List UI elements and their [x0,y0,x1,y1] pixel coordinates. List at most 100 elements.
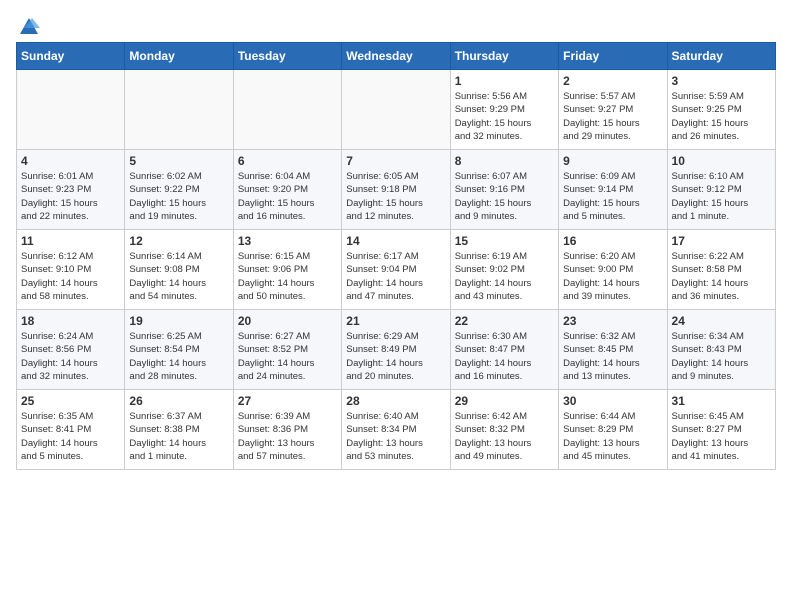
day-number: 11 [21,234,120,248]
calendar-cell: 23 Sunrise: 6:32 AM Sunset: 8:45 PM Dayli… [559,310,667,390]
col-header-saturday: Saturday [667,43,775,70]
calendar-cell: 6 Sunrise: 6:04 AM Sunset: 9:20 PM Daylig… [233,150,341,230]
day-number: 12 [129,234,228,248]
day-number: 6 [238,154,337,168]
day-number: 9 [563,154,662,168]
day-number: 24 [672,314,771,328]
calendar-cell: 2Sunrise: 5:57 AM Sunset: 9:27 PM Daylig… [559,70,667,150]
day-info: Sunrise: 6:39 AM Sunset: 8:36 PM Dayligh… [238,410,337,463]
day-number: 4 [21,154,120,168]
calendar-cell: 24 Sunrise: 6:34 AM Sunset: 8:43 PM Dayli… [667,310,775,390]
calendar-cell: 11Sunrise: 6:12 AM Sunset: 9:10 PM Dayli… [17,230,125,310]
day-number: 5 [129,154,228,168]
calendar-week-5: 25Sunrise: 6:35 AM Sunset: 8:41 PM Dayli… [17,390,776,470]
logo [16,16,40,34]
calendar-cell: 7 Sunrise: 6:05 AM Sunset: 9:18 PM Daylig… [342,150,450,230]
col-header-friday: Friday [559,43,667,70]
header [16,16,776,34]
calendar-cell [342,70,450,150]
calendar-cell: 8Sunrise: 6:07 AM Sunset: 9:16 PM Daylig… [450,150,558,230]
calendar-week-3: 11Sunrise: 6:12 AM Sunset: 9:10 PM Dayli… [17,230,776,310]
day-number: 2 [563,74,662,88]
calendar-cell: 4 Sunrise: 6:01 AM Sunset: 9:23 PM Daylig… [17,150,125,230]
day-info: Sunrise: 6:32 AM Sunset: 8:45 PM Dayligh… [563,330,662,383]
day-info: Sunrise: 6:04 AM Sunset: 9:20 PM Dayligh… [238,170,337,223]
day-info: Sunrise: 6:27 AM Sunset: 8:52 PM Dayligh… [238,330,337,383]
col-header-monday: Monday [125,43,233,70]
calendar-cell: 22Sunrise: 6:30 AM Sunset: 8:47 PM Dayli… [450,310,558,390]
calendar-cell: 25Sunrise: 6:35 AM Sunset: 8:41 PM Dayli… [17,390,125,470]
calendar-cell: 1 Sunrise: 5:56 AM Sunset: 9:29 PM Daylig… [450,70,558,150]
day-number: 1 [455,74,554,88]
calendar-cell: 5 Sunrise: 6:02 AM Sunset: 9:22 PM Daylig… [125,150,233,230]
day-number: 23 [563,314,662,328]
day-info: Sunrise: 6:44 AM Sunset: 8:29 PM Dayligh… [563,410,662,463]
col-header-sunday: Sunday [17,43,125,70]
calendar-cell: 12 Sunrise: 6:14 AM Sunset: 9:08 PM Dayli… [125,230,233,310]
day-info: Sunrise: 6:02 AM Sunset: 9:22 PM Dayligh… [129,170,228,223]
calendar-week-1: 1 Sunrise: 5:56 AM Sunset: 9:29 PM Daylig… [17,70,776,150]
day-number: 25 [21,394,120,408]
day-info: Sunrise: 6:34 AM Sunset: 8:43 PM Dayligh… [672,330,771,383]
calendar-cell: 21 Sunrise: 6:29 AM Sunset: 8:49 PM Dayli… [342,310,450,390]
day-number: 27 [238,394,337,408]
day-number: 14 [346,234,445,248]
day-number: 22 [455,314,554,328]
day-number: 7 [346,154,445,168]
logo-icon [18,16,40,38]
day-info: Sunrise: 5:56 AM Sunset: 9:29 PM Dayligh… [455,90,554,143]
calendar-cell: 20 Sunrise: 6:27 AM Sunset: 8:52 PM Dayli… [233,310,341,390]
calendar-cell: 10 Sunrise: 6:10 AM Sunset: 9:12 PM Dayli… [667,150,775,230]
calendar-cell: 28 Sunrise: 6:40 AM Sunset: 8:34 PM Dayli… [342,390,450,470]
day-info: Sunrise: 6:10 AM Sunset: 9:12 PM Dayligh… [672,170,771,223]
day-info: Sunrise: 6:07 AM Sunset: 9:16 PM Dayligh… [455,170,554,223]
calendar-cell: 13 Sunrise: 6:15 AM Sunset: 9:06 PM Dayli… [233,230,341,310]
day-info: Sunrise: 5:59 AM Sunset: 9:25 PM Dayligh… [672,90,771,143]
day-info: Sunrise: 6:14 AM Sunset: 9:08 PM Dayligh… [129,250,228,303]
day-info: Sunrise: 6:17 AM Sunset: 9:04 PM Dayligh… [346,250,445,303]
day-number: 31 [672,394,771,408]
calendar-week-4: 18 Sunrise: 6:24 AM Sunset: 8:56 PM Dayli… [17,310,776,390]
day-info: Sunrise: 6:25 AM Sunset: 8:54 PM Dayligh… [129,330,228,383]
day-number: 20 [238,314,337,328]
calendar-cell: 27 Sunrise: 6:39 AM Sunset: 8:36 PM Dayli… [233,390,341,470]
day-info: Sunrise: 6:19 AM Sunset: 9:02 PM Dayligh… [455,250,554,303]
day-number: 16 [563,234,662,248]
calendar-cell: 30Sunrise: 6:44 AM Sunset: 8:29 PM Dayli… [559,390,667,470]
day-info: Sunrise: 6:42 AM Sunset: 8:32 PM Dayligh… [455,410,554,463]
calendar-cell: 15 Sunrise: 6:19 AM Sunset: 9:02 PM Dayli… [450,230,558,310]
day-info: Sunrise: 6:20 AM Sunset: 9:00 PM Dayligh… [563,250,662,303]
day-info: Sunrise: 6:40 AM Sunset: 8:34 PM Dayligh… [346,410,445,463]
col-header-thursday: Thursday [450,43,558,70]
calendar-week-2: 4 Sunrise: 6:01 AM Sunset: 9:23 PM Daylig… [17,150,776,230]
col-header-tuesday: Tuesday [233,43,341,70]
day-info: Sunrise: 6:24 AM Sunset: 8:56 PM Dayligh… [21,330,120,383]
day-info: Sunrise: 6:22 AM Sunset: 8:58 PM Dayligh… [672,250,771,303]
day-number: 29 [455,394,554,408]
day-info: Sunrise: 6:01 AM Sunset: 9:23 PM Dayligh… [21,170,120,223]
day-number: 21 [346,314,445,328]
day-number: 10 [672,154,771,168]
calendar-cell: 18 Sunrise: 6:24 AM Sunset: 8:56 PM Dayli… [17,310,125,390]
calendar-cell [125,70,233,150]
calendar-cell: 31 Sunrise: 6:45 AM Sunset: 8:27 PM Dayli… [667,390,775,470]
calendar-cell [233,70,341,150]
day-number: 13 [238,234,337,248]
calendar-table: SundayMondayTuesdayWednesdayThursdayFrid… [16,42,776,470]
day-info: Sunrise: 6:45 AM Sunset: 8:27 PM Dayligh… [672,410,771,463]
calendar-cell: 14 Sunrise: 6:17 AM Sunset: 9:04 PM Dayli… [342,230,450,310]
day-number: 28 [346,394,445,408]
calendar-cell: 3Sunrise: 5:59 AM Sunset: 9:25 PM Daylig… [667,70,775,150]
day-number: 17 [672,234,771,248]
col-header-wednesday: Wednesday [342,43,450,70]
day-info: Sunrise: 6:29 AM Sunset: 8:49 PM Dayligh… [346,330,445,383]
calendar-cell: 9Sunrise: 6:09 AM Sunset: 9:14 PM Daylig… [559,150,667,230]
calendar-cell: 29 Sunrise: 6:42 AM Sunset: 8:32 PM Dayli… [450,390,558,470]
calendar-cell: 19Sunrise: 6:25 AM Sunset: 8:54 PM Dayli… [125,310,233,390]
day-info: Sunrise: 6:05 AM Sunset: 9:18 PM Dayligh… [346,170,445,223]
day-number: 15 [455,234,554,248]
day-info: Sunrise: 6:15 AM Sunset: 9:06 PM Dayligh… [238,250,337,303]
day-number: 18 [21,314,120,328]
calendar-cell [17,70,125,150]
calendar-cell: 17 Sunrise: 6:22 AM Sunset: 8:58 PM Dayli… [667,230,775,310]
